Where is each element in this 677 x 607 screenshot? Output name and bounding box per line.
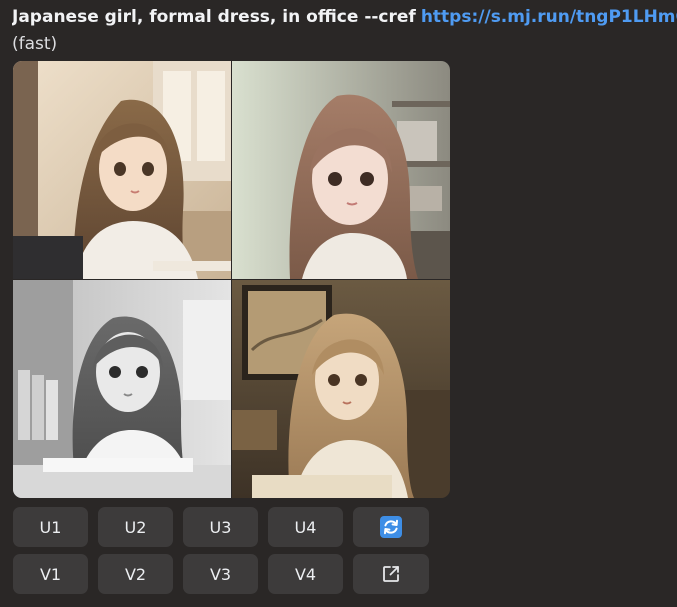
generated-image-3[interactable] xyxy=(13,280,231,498)
midjourney-message: Japanese girl, formal dress, in office -… xyxy=(0,0,677,607)
generated-image-1[interactable] xyxy=(13,61,231,279)
external-link-icon xyxy=(383,566,399,582)
variation-button-2[interactable]: V2 xyxy=(98,554,173,594)
upscale-button-2[interactable]: U2 xyxy=(98,507,173,547)
variation-button-1[interactable]: V1 xyxy=(13,554,88,594)
prompt-text: Japanese girl, formal dress, in office -… xyxy=(12,7,416,27)
upscale-button-1[interactable]: U1 xyxy=(13,507,88,547)
variation-button-3[interactable]: V3 xyxy=(183,554,258,594)
speed-mode-label: (fast) xyxy=(12,34,58,54)
reroll-icon xyxy=(380,516,402,538)
generated-image-2[interactable] xyxy=(232,61,450,279)
variation-button-row: V1 V2 V3 V4 xyxy=(13,554,429,594)
variation-button-4[interactable]: V4 xyxy=(268,554,343,594)
open-in-browser-button[interactable] xyxy=(353,554,429,594)
reroll-button[interactable] xyxy=(353,507,429,547)
reference-link[interactable]: https://s.mj.run/tngP1LHmO0w xyxy=(421,7,677,27)
upscale-button-row: U1 U2 U3 U4 xyxy=(13,507,429,547)
upscale-button-3[interactable]: U3 xyxy=(183,507,258,547)
prompt-line: Japanese girl, formal dress, in office -… xyxy=(12,6,677,28)
image-grid[interactable] xyxy=(13,61,450,498)
upscale-button-4[interactable]: U4 xyxy=(268,507,343,547)
generated-image-4[interactable] xyxy=(232,280,450,498)
